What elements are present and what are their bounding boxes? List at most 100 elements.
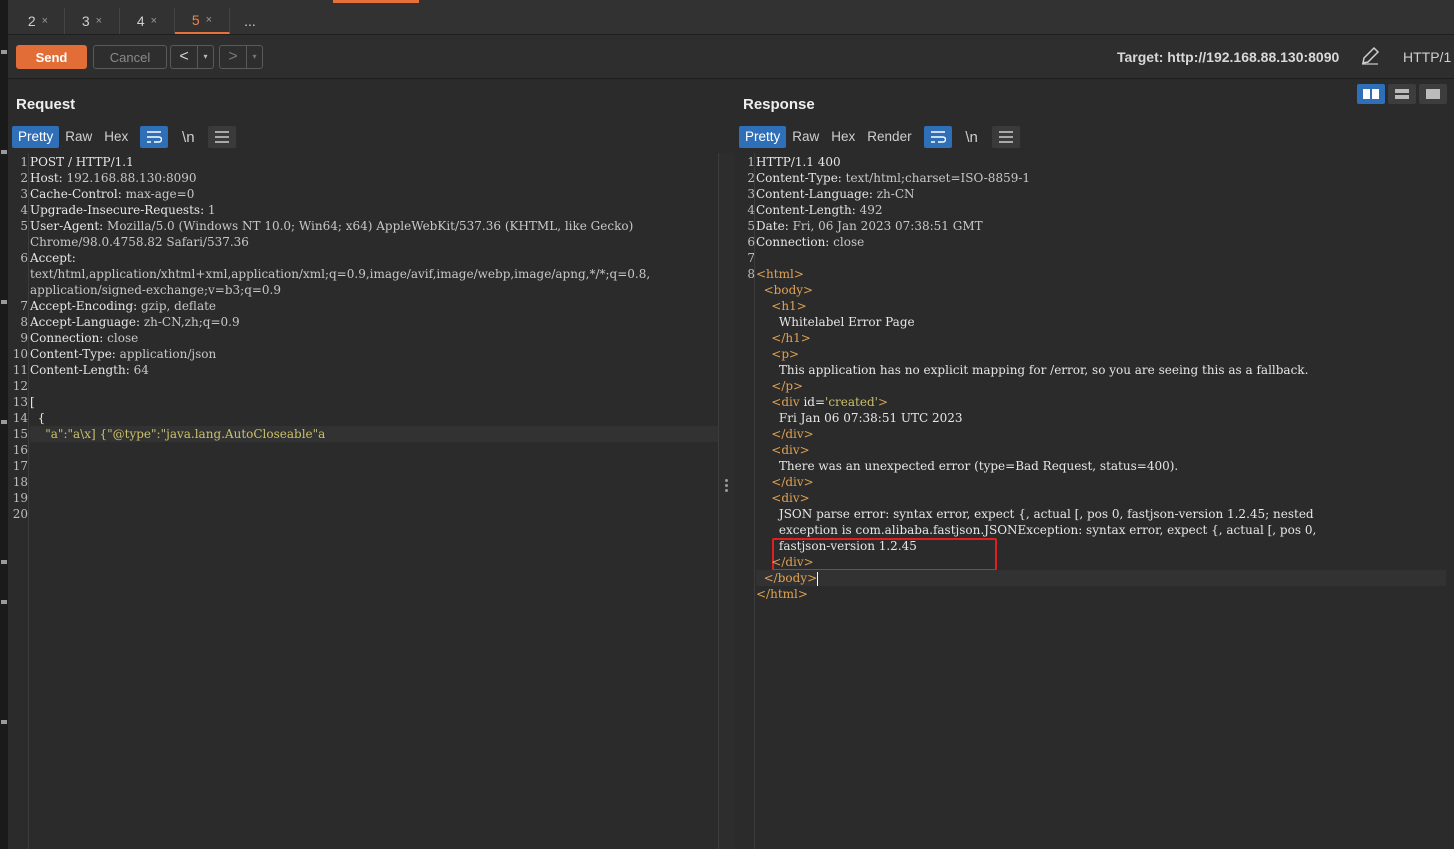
code-line: <body> — [756, 282, 1446, 298]
line-number — [735, 570, 755, 586]
close-icon[interactable]: × — [96, 15, 102, 27]
code-line: Accept: — [30, 250, 718, 266]
tab-2[interactable]: 2 × — [12, 8, 65, 34]
response-editor[interactable]: 1 HTTP/1.1 400 2 Content-Type: text/html;ch… — [735, 153, 1446, 849]
code-line: text/html,application/xhtml+xml,applicat… — [30, 266, 718, 282]
drag-handle-icon[interactable] — [725, 479, 728, 493]
code-line: Whitelabel Error Page — [756, 314, 1446, 330]
tab-raw[interactable]: Raw — [786, 126, 825, 148]
cancel-button[interactable]: Cancel — [93, 45, 167, 69]
close-icon[interactable]: × — [42, 15, 48, 27]
line-number — [735, 458, 755, 474]
code-value: gzip, deflate — [141, 299, 217, 313]
markup-tag: </div> — [756, 475, 814, 489]
tab-5[interactable]: 5 × — [175, 8, 230, 34]
chevron-left-icon[interactable]: < — [171, 48, 197, 66]
code-key: Connection: — [30, 331, 108, 345]
chevron-down-icon[interactable]: ▾ — [197, 46, 213, 68]
code-value: Chrome/98.0.4758.82 Safari/537.36 — [30, 235, 249, 249]
code-line: <div> — [756, 442, 1446, 458]
edit-pencil-icon[interactable] — [1358, 44, 1382, 68]
code-key: Content-Type: — [756, 171, 846, 185]
line-number — [735, 298, 755, 314]
response-view-tabs: Pretty Raw Hex Render \n — [739, 126, 1020, 148]
code-key: Accept-Encoding: — [30, 299, 141, 313]
line-number: 20 — [12, 507, 28, 521]
code-value: close — [107, 331, 139, 345]
send-button[interactable]: Send — [16, 45, 87, 69]
line-number: 8 — [747, 267, 755, 281]
code-line: This application has no explicit mapping… — [756, 362, 1446, 378]
tab-pretty[interactable]: Pretty — [739, 126, 787, 148]
code-key: Upgrade-Insecure-Requests: — [30, 203, 208, 217]
line-number — [735, 522, 755, 538]
line-number: 3 — [20, 187, 28, 201]
line-number: 5 — [20, 219, 28, 233]
line-number: 19 — [12, 491, 28, 505]
code-value: application/json — [119, 347, 217, 361]
code-line: </div> — [756, 426, 1446, 442]
close-icon[interactable]: × — [206, 14, 212, 26]
line-number — [735, 490, 755, 506]
code-line: Fri Jan 06 07:38:51 UTC 2023 — [756, 410, 1446, 426]
line-number — [735, 346, 755, 362]
forward-nav[interactable]: > ▾ — [219, 45, 263, 69]
newline-icon[interactable]: \n — [174, 126, 202, 148]
single-pane-icon[interactable] — [1419, 84, 1447, 104]
line-number: 15 — [12, 427, 28, 441]
request-editor[interactable]: 1 POST / HTTP/1.1 2 Host: 192.168.88.130:80… — [8, 153, 718, 849]
code-line: </body> — [756, 570, 1446, 586]
close-icon[interactable]: × — [151, 15, 157, 27]
http-version: HTTP/1 — [1403, 49, 1452, 65]
tab-hex[interactable]: Hex — [825, 126, 861, 148]
tab-4[interactable]: 4 × — [120, 8, 175, 34]
tab-pretty[interactable]: Pretty — [12, 126, 60, 148]
markup-tag: <h1> — [756, 299, 807, 313]
wrap-icon[interactable] — [140, 126, 169, 148]
newline-icon[interactable]: \n — [958, 126, 986, 148]
menu-icon[interactable] — [208, 126, 237, 148]
code-line: Accept-Language: zh-CN,zh;q=0.9 — [30, 314, 718, 330]
menu-icon[interactable] — [991, 126, 1020, 148]
line-number — [735, 394, 755, 410]
wrap-icon[interactable] — [923, 126, 952, 148]
text-caret — [817, 571, 819, 586]
tab-more[interactable]: ... — [230, 8, 270, 34]
tab-label: 4 — [136, 13, 145, 29]
split-vertical-icon[interactable] — [1388, 84, 1416, 104]
line-number: 3 — [747, 187, 755, 201]
tab-raw[interactable]: Raw — [59, 126, 98, 148]
code-line: Content-Type: application/json — [30, 346, 718, 362]
response-title: Response — [743, 96, 815, 113]
chevron-right-icon[interactable]: > — [220, 48, 246, 66]
code-value: text/html,application/xhtml+xml,applicat… — [30, 267, 651, 281]
code-value: Mozilla/5.0 (Windows NT 10.0; Win64; x64… — [107, 219, 634, 233]
split-horizontal-icon[interactable] — [1357, 84, 1385, 104]
code-value: 64 — [133, 363, 149, 377]
line-number: 6 — [747, 235, 755, 249]
line-number — [735, 330, 755, 346]
tab-hex[interactable]: Hex — [98, 126, 134, 148]
tab-strip: 2 × 3 × 4 × 5 × ... — [8, 0, 1454, 35]
line-number — [8, 282, 28, 298]
markup-tag: </div> — [756, 427, 814, 441]
back-nav[interactable]: < ▾ — [170, 45, 214, 69]
line-number — [735, 586, 755, 602]
tab-render[interactable]: Render — [861, 126, 917, 148]
tab-3[interactable]: 3 × — [65, 8, 120, 34]
pane-divider[interactable] — [718, 153, 736, 849]
line-number — [735, 362, 755, 378]
line-number: 14 — [12, 411, 28, 425]
chevron-down-icon[interactable]: ▾ — [246, 46, 262, 68]
line-number: 5 — [747, 219, 755, 233]
code-value: max-age=0 — [125, 187, 195, 201]
line-number — [735, 378, 755, 394]
code-line: Connection: close — [756, 234, 1446, 250]
code-key: HTTP/1.1 400 — [756, 155, 841, 169]
line-number — [8, 234, 28, 250]
code-line: <p> — [756, 346, 1446, 362]
line-number: 4 — [20, 203, 28, 217]
markup-tag: </html> — [756, 587, 808, 601]
